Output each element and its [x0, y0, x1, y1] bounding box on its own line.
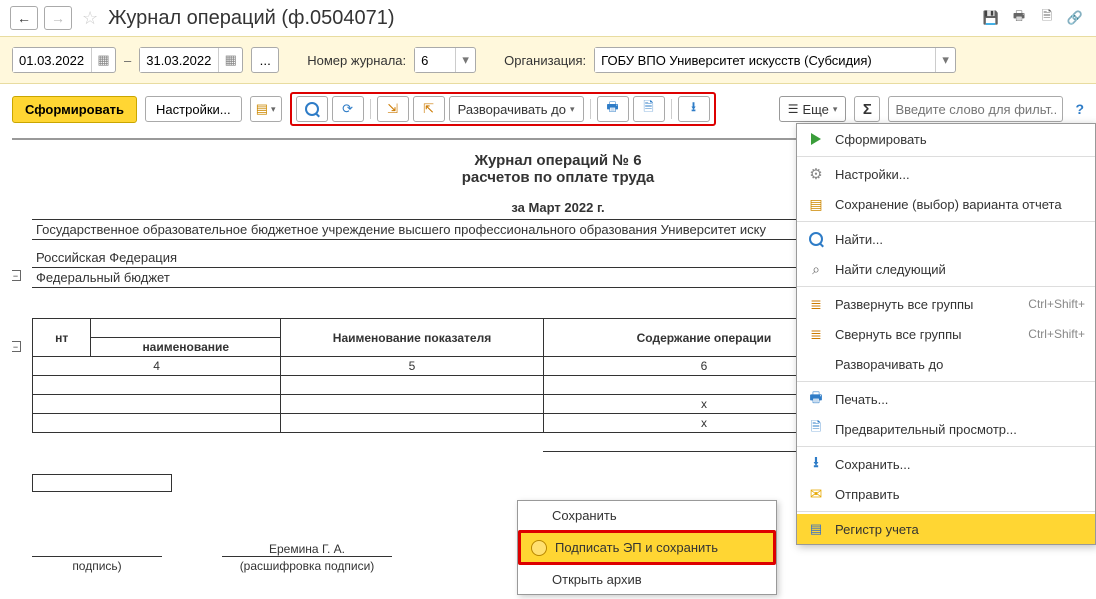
favorite-star-icon[interactable]: ☆ [82, 8, 98, 29]
variants-button[interactable]: ▤ [250, 96, 282, 122]
play-icon [807, 130, 825, 148]
organization-label: Организация: [504, 53, 586, 68]
download-icon [807, 455, 825, 473]
date-from-input[interactable] [13, 48, 91, 72]
context-save[interactable]: Сохранить [518, 501, 776, 530]
signature-label: подпись) [32, 556, 162, 573]
nav-forward-button[interactable]: → [44, 6, 72, 30]
col-nt: нт [33, 319, 91, 357]
print-icon[interactable]: 🖶 [1008, 7, 1030, 29]
context-sign-and-save[interactable]: Подписать ЭП и сохранить [521, 533, 773, 562]
link-icon[interactable]: 🔗 [1064, 7, 1086, 29]
col-name: наименование [91, 338, 281, 357]
find-button[interactable] [296, 96, 328, 122]
collapse-all-icon [807, 325, 825, 343]
seal-icon [531, 540, 547, 556]
preview-doc-icon [807, 420, 825, 438]
help-button[interactable]: ? [1075, 101, 1084, 117]
tree-collapse-2[interactable]: − [12, 341, 21, 352]
date-to-field[interactable]: ▦ [139, 47, 243, 73]
print-preview-button[interactable]: 🗎 [633, 96, 665, 122]
context-open-archive[interactable]: Открыть архив [518, 565, 776, 594]
dd-expand-to[interactable]: Разворачивать до [797, 349, 1095, 379]
filter-search-input[interactable] [888, 96, 1063, 122]
more-menu-button[interactable]: ☰Еще [779, 96, 847, 122]
dd-collapse-all[interactable]: Свернуть все группыCtrl+Shift+ [797, 319, 1095, 349]
signature-context-menu: Сохранить Подписать ЭП и сохранить Откры… [517, 500, 777, 595]
dd-settings[interactable]: Настройки... [797, 159, 1095, 189]
variant-icon: ▤ [807, 195, 825, 213]
dd-form[interactable]: Сформировать [797, 124, 1095, 154]
expand-to-button[interactable]: Разворачивать до [449, 96, 584, 122]
journal-number-label: Номер журнала: [307, 53, 406, 68]
calendar-icon[interactable]: ▦ [218, 48, 242, 72]
sum-button[interactable]: Σ [854, 96, 880, 122]
expand-to-icon [807, 355, 825, 373]
preview-icon[interactable]: 🗎 [1036, 7, 1058, 29]
tree-collapse-1[interactable]: − [12, 270, 21, 281]
gear-icon [807, 165, 825, 183]
dd-register[interactable]: Регистр учета [797, 514, 1095, 544]
date-range-dash: – [124, 53, 131, 68]
print-button[interactable]: 🖶 [597, 96, 629, 122]
mail-icon [807, 485, 825, 503]
search-next-icon: ⌕ [807, 260, 825, 278]
period-select-button[interactable]: ... [251, 47, 279, 73]
chevron-down-icon[interactable]: ▾ [455, 48, 475, 72]
col-indicator: Наименование показателя [281, 319, 544, 357]
save-icon[interactable]: 💾 [980, 7, 1002, 29]
printer-icon [807, 390, 825, 408]
nav-back-button[interactable]: ← [10, 6, 38, 30]
form-report-button[interactable]: Сформировать [12, 96, 137, 123]
organization-field[interactable]: ▾ [594, 47, 956, 73]
date-to-input[interactable] [140, 48, 218, 72]
dd-find[interactable]: Найти... [797, 224, 1095, 254]
calendar-icon[interactable]: ▦ [91, 48, 115, 72]
save-file-button[interactable]: ⭳ [678, 96, 710, 122]
highlighted-toolbar-group: ⟳ ⇲ ⇱ Разворачивать до 🖶 🗎 ⭳ [290, 92, 716, 126]
date-from-field[interactable]: ▦ [12, 47, 116, 73]
dd-print[interactable]: Печать... [797, 384, 1095, 414]
organization-input[interactable] [595, 48, 935, 72]
find-next-button[interactable]: ⟳ [332, 96, 364, 122]
dd-preview[interactable]: Предварительный просмотр... [797, 414, 1095, 444]
search-icon [807, 230, 825, 248]
dd-save[interactable]: Сохранить... [797, 449, 1095, 479]
page-title: Журнал операций (ф.0504071) [108, 7, 394, 30]
dd-expand-all[interactable]: Развернуть все группыCtrl+Shift+ [797, 289, 1095, 319]
dd-send[interactable]: Отправить [797, 479, 1095, 509]
dd-save-variant[interactable]: ▤Сохранение (выбор) варианта отчета [797, 189, 1095, 219]
dd-find-next[interactable]: ⌕Найти следующий [797, 254, 1095, 284]
more-dropdown: Сформировать Настройки... ▤Сохранение (в… [796, 123, 1096, 545]
chevron-down-icon[interactable]: ▾ [935, 48, 955, 72]
register-icon [807, 520, 825, 538]
signer-name: Еремина Г. А. [222, 542, 392, 556]
expand-groups-button[interactable]: ⇲ [377, 96, 409, 122]
expand-all-icon [807, 295, 825, 313]
journal-number-field[interactable]: ▾ [414, 47, 476, 73]
journal-number-input[interactable] [415, 48, 455, 72]
signer-decode: (расшифровка подписи) [222, 556, 392, 573]
empty-cell [32, 474, 172, 492]
collapse-groups-button[interactable]: ⇱ [413, 96, 445, 122]
settings-button[interactable]: Настройки... [145, 96, 242, 122]
